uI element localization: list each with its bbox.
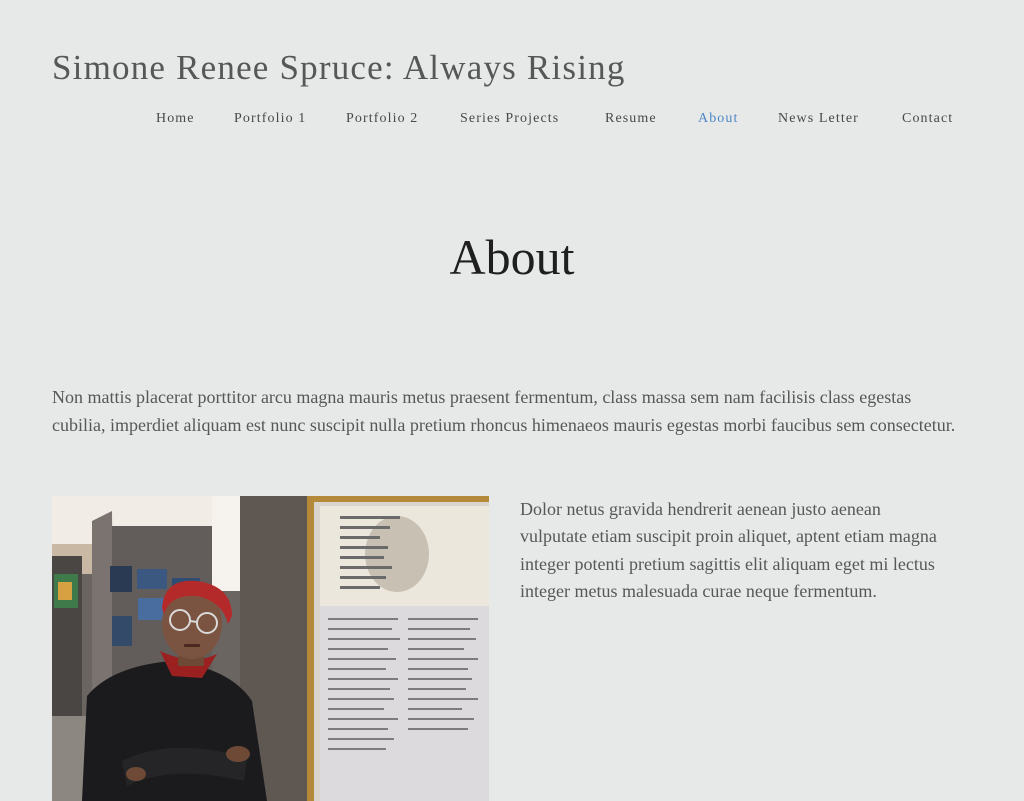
- site-title[interactable]: Simone Renee Spruce: Always Rising: [52, 48, 626, 88]
- nav-item-news-letter[interactable]: News Letter: [778, 111, 859, 127]
- about-body-paragraph: Dolor netus gravida hendrerit aenean jus…: [520, 499, 937, 601]
- page-title: About: [449, 229, 575, 285]
- nav-item-series-projects[interactable]: Series Projects: [460, 111, 559, 127]
- intro-paragraph: Non mattis placerat porttitor arcu magna…: [52, 387, 956, 435]
- nav-item-contact[interactable]: Contact: [902, 111, 953, 127]
- about-page: Simone Renee Spruce: Always Rising Home …: [0, 0, 1024, 801]
- nav-item-portfolio-1[interactable]: Portfolio 1: [234, 111, 306, 127]
- portrait-photo: [52, 496, 489, 801]
- main-nav: Home Portfolio 1 Portfolio 2 Series Proj…: [0, 111, 1024, 131]
- nav-item-home[interactable]: Home: [156, 111, 195, 127]
- nav-item-resume[interactable]: Resume: [605, 111, 657, 127]
- nav-item-about[interactable]: About: [698, 111, 739, 127]
- nav-item-portfolio-2[interactable]: Portfolio 2: [346, 111, 418, 127]
